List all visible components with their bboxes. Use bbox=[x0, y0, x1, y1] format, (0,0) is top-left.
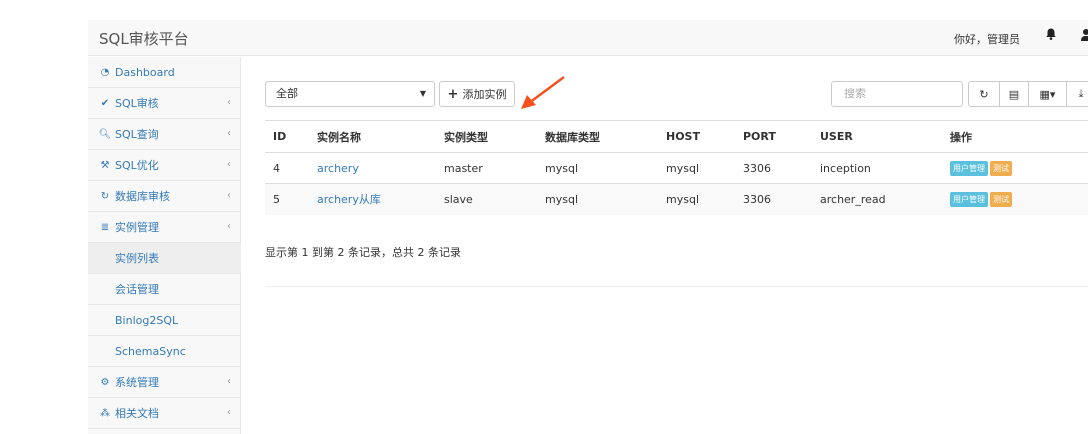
cell-id: 4 bbox=[265, 152, 309, 184]
chevron-left-icon: ‹ bbox=[227, 221, 231, 232]
top-navbar: SQL审核平台 你好，管理员 bbox=[88, 20, 1088, 56]
annotation-arrow-icon bbox=[521, 75, 565, 109]
test-button[interactable]: 测试 bbox=[990, 191, 1012, 207]
bell-icon[interactable] bbox=[1044, 27, 1058, 41]
chevron-left-icon: ‹ bbox=[227, 190, 231, 201]
chevron-left-icon: ‹ bbox=[227, 376, 231, 387]
test-button[interactable]: 测试 bbox=[990, 160, 1012, 176]
cell-port: 3306 bbox=[735, 183, 812, 215]
add-instance-button[interactable]: + 添加实例 bbox=[439, 81, 515, 107]
cell-name: archery从库 bbox=[309, 183, 436, 215]
cell-db-type: mysql bbox=[537, 152, 658, 184]
sidebar-item-label: SchemaSync bbox=[115, 344, 186, 358]
user-icon[interactable] bbox=[1080, 28, 1088, 42]
cell-actions: 用户管理 测试 bbox=[942, 183, 1088, 215]
database-icon: ≣ bbox=[100, 221, 110, 233]
sidebar-item-schemasync[interactable]: SchemaSync bbox=[88, 336, 241, 367]
column-header[interactable]: 数据库类型 bbox=[537, 120, 658, 153]
plus-icon: + bbox=[447, 86, 459, 102]
sidebar-item-db-audit[interactable]: ↻ 数据库审核 ‹ bbox=[88, 181, 241, 212]
sidebar-item-instance-list[interactable]: 实例列表 bbox=[88, 243, 241, 274]
sidebar-item-label: SQL查询 bbox=[115, 128, 159, 141]
sidebar-item-label: 实例列表 bbox=[115, 252, 159, 265]
column-header[interactable]: ID bbox=[265, 120, 309, 153]
sitemap-icon: ⁂ bbox=[100, 407, 110, 419]
sidebar-item-label: 相关文档 bbox=[115, 407, 159, 420]
chevron-left-icon: ‹ bbox=[227, 128, 231, 139]
sidebar-item-label: Dashboard bbox=[115, 65, 175, 79]
column-header[interactable]: HOST bbox=[658, 120, 735, 153]
sidebar-item-binlog2sql[interactable]: Binlog2SQL bbox=[88, 305, 241, 336]
cell-actions: 用户管理 测试 bbox=[942, 152, 1088, 184]
toggle-view-button[interactable]: ▤ bbox=[999, 81, 1029, 107]
column-header[interactable]: 操作 bbox=[942, 120, 1088, 153]
column-header[interactable]: USER bbox=[812, 120, 942, 153]
table-row: 4 archery master mysql mysql 3306 incept… bbox=[265, 152, 1088, 184]
add-instance-label: 添加实例 bbox=[462, 88, 507, 101]
instance-link[interactable]: archery从库 bbox=[317, 193, 381, 206]
columns-icon: ▦▾ bbox=[1039, 87, 1056, 101]
sidebar-item-instance-manage[interactable]: ≣ 实例管理 ‹ bbox=[88, 212, 241, 243]
cell-db-type: mysql bbox=[537, 183, 658, 215]
app-window: SQL审核平台 你好，管理员 ◔ Dashboard ✔ SQL审核 ‹ 🔍︎ … bbox=[88, 20, 1088, 434]
search-input[interactable]: 搜索 bbox=[831, 81, 963, 107]
user-greeting[interactable]: 你好，管理员 bbox=[954, 31, 1020, 47]
check-icon: ✔ bbox=[100, 97, 110, 109]
cell-type: master bbox=[436, 152, 537, 184]
chevron-left-icon: ‹ bbox=[227, 407, 231, 418]
cell-user: archer_read bbox=[812, 183, 942, 215]
table-row: 5 archery从库 slave mysql mysql 3306 arche… bbox=[265, 183, 1088, 215]
column-header[interactable]: 实例名称 bbox=[309, 120, 436, 153]
column-header[interactable]: 实例类型 bbox=[436, 120, 537, 153]
column-header[interactable]: PORT bbox=[735, 120, 812, 153]
sidebar-item-label: 数据库审核 bbox=[115, 190, 170, 203]
cogs-icon: ⚙ bbox=[100, 376, 110, 388]
instance-filter-select[interactable]: 全部 ▼ bbox=[265, 81, 435, 107]
user-manage-button[interactable]: 用户管理 bbox=[950, 191, 988, 207]
sidebar-item-label: 系统管理 bbox=[115, 376, 159, 389]
sidebar-item-sql-query[interactable]: 🔍︎ SQL查询 ‹ bbox=[88, 119, 241, 150]
cell-name: archery bbox=[309, 152, 436, 184]
pagination-info: 显示第 1 到第 2 条记录，总共 2 条记录 bbox=[265, 246, 461, 259]
wrench-icon: ⚒ bbox=[100, 159, 110, 171]
cell-port: 3306 bbox=[735, 152, 812, 184]
refresh-icon: ↻ bbox=[979, 87, 989, 101]
sidebar-item-sql-optimize[interactable]: ⚒ SQL优化 ‹ bbox=[88, 150, 241, 181]
sidebar-item-sql-review[interactable]: ✔ SQL审核 ‹ bbox=[88, 88, 241, 119]
list-icon: ▤ bbox=[1008, 87, 1020, 101]
cell-host: mysql bbox=[658, 152, 735, 184]
instance-link[interactable]: archery bbox=[317, 162, 359, 175]
select-value: 全部 bbox=[276, 87, 298, 100]
download-icon: ⤓ bbox=[1078, 87, 1084, 100]
sidebar-item-label: 实例管理 bbox=[115, 221, 159, 234]
sidebar-item-label: 会话管理 bbox=[115, 283, 159, 296]
cell-user: inception bbox=[812, 152, 942, 184]
sidebar-item-label: Binlog2SQL bbox=[115, 313, 179, 327]
user-manage-button[interactable]: 用户管理 bbox=[950, 160, 988, 176]
cell-type: slave bbox=[436, 183, 537, 215]
refresh-button[interactable]: ↻ bbox=[968, 81, 1000, 107]
cell-id: 5 bbox=[265, 183, 309, 215]
sidebar-item-label: SQL审核 bbox=[115, 97, 159, 110]
search-icon: 🔍︎ bbox=[98, 128, 112, 140]
refresh-icon: ↻ bbox=[100, 190, 110, 202]
main-content: 全部 ▼ + 添加实例 搜索 ↻ ▤ ▦▾ ⤓ ID 实例名称 实例类型 数据库… bbox=[241, 57, 1088, 434]
sidebar-item-docs[interactable]: ⁂ 相关文档 ‹ bbox=[88, 398, 241, 429]
sidebar: ◔ Dashboard ✔ SQL审核 ‹ 🔍︎ SQL查询 ‹ ⚒ SQL优化… bbox=[88, 57, 241, 434]
cell-host: mysql bbox=[658, 183, 735, 215]
sidebar-item-session-manage[interactable]: 会话管理 bbox=[88, 274, 241, 305]
chevron-left-icon: ‹ bbox=[227, 97, 231, 108]
table-header-row: ID 实例名称 实例类型 数据库类型 HOST PORT USER 操作 bbox=[265, 120, 1088, 153]
sidebar-item-system-manage[interactable]: ⚙ 系统管理 ‹ bbox=[88, 367, 241, 398]
columns-button[interactable]: ▦▾ bbox=[1028, 81, 1067, 107]
instance-table: ID 实例名称 实例类型 数据库类型 HOST PORT USER 操作 4 a… bbox=[265, 120, 1088, 215]
chevron-left-icon: ‹ bbox=[227, 159, 231, 170]
dashboard-icon: ◔ bbox=[100, 66, 110, 78]
divider bbox=[265, 286, 1088, 287]
export-button[interactable]: ⤓ bbox=[1066, 81, 1088, 107]
sidebar-item-dashboard[interactable]: ◔ Dashboard bbox=[88, 57, 241, 88]
brand-title[interactable]: SQL审核平台 bbox=[99, 28, 189, 49]
sidebar-item-label: SQL优化 bbox=[115, 159, 159, 172]
caret-down-icon: ▼ bbox=[419, 89, 426, 98]
